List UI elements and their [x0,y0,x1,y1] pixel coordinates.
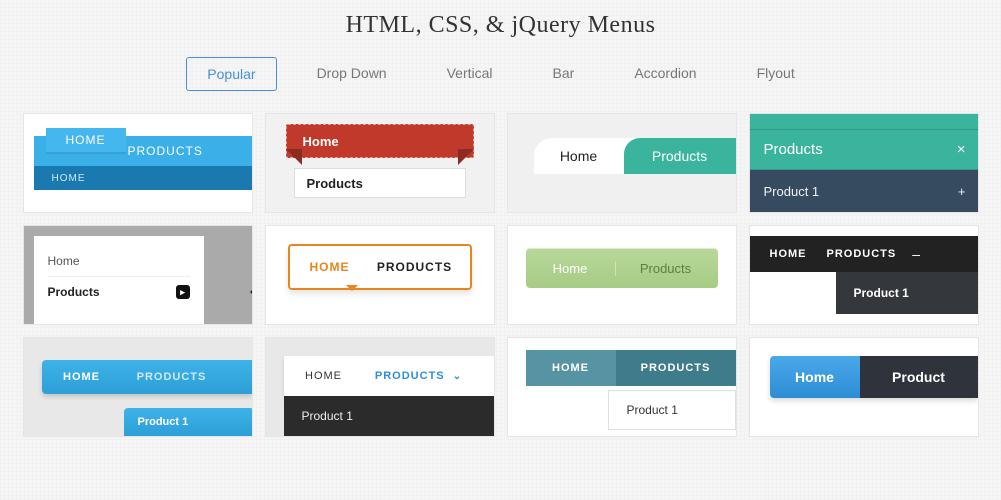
menu-home-label: HOME [290,260,370,274]
menu-item-label: Product 1 [608,390,736,430]
menu-shadow-label: HOME [34,166,252,190]
menu-card[interactable]: HOME PRODUCTS HOME [23,113,253,213]
menu-home-label: Home [286,124,474,158]
menu-home-label: Home [770,356,860,398]
menu-top-sliver [750,114,978,130]
menu-card[interactable]: HOME PRODUCTS – Product 1 [749,225,979,325]
chevron-down-icon: ⌄ [453,371,462,382]
menu-card[interactable]: Products × Product 1 + [749,113,979,213]
menu-card[interactable]: Home Products [507,113,737,213]
tab-vertical[interactable]: Vertical [427,57,513,91]
menu-card[interactable]: Home Products [507,225,737,325]
menu-grid: HOME PRODUCTS HOME Home Products Home Pr… [0,113,1001,437]
menu-item-label: Product 1 [836,272,978,314]
menu-card[interactable]: HOME PRODUCTS ⌄ Product 1 [265,337,495,437]
menu-item-label: Product 1 [284,396,494,436]
menu-home-label: Home [48,246,190,277]
close-icon: × [957,141,966,158]
menu-card[interactable]: HOME PRODUCTS [265,225,495,325]
menu-products-label: PRODUCTS [827,248,907,260]
menu-home-label: HOME [770,248,827,260]
menu-products-label: PRODUCTS [375,370,445,382]
menu-card[interactable]: HOME PRODUCTS Product 1 [23,337,253,437]
page-title: HTML, CSS, & jQuery Menus [0,0,1001,39]
caret-down-icon [346,285,358,297]
menu-home-label: Home [526,261,616,276]
menu-products-label: Products [624,138,736,174]
menu-home-label: Home [534,138,624,174]
tab-bar[interactable]: Bar [533,57,595,91]
plus-icon: + [958,184,966,199]
menu-products-label: PRODUCTS [616,350,736,386]
menu-item-label: Product 1 [124,408,253,436]
chevron-right-icon: ▸ [176,285,190,299]
menu-products-label: Products [294,168,466,198]
tab-popular[interactable]: Popular [186,57,276,91]
menu-products-label: Product [860,356,978,398]
menu-card[interactable]: Home Products ▸ [23,225,253,325]
menu-item-label: Product 1 [764,184,820,199]
menu-home-label: HOME [42,371,122,383]
menu-products-label: PRODUCTS [370,260,460,274]
menu-products-label: PRODUCTS [122,371,222,383]
menu-card[interactable]: Home Products [265,113,495,213]
tab-dropdown[interactable]: Drop Down [297,57,407,91]
menu-products-label: Products [616,261,716,276]
tab-accordion[interactable]: Accordion [614,57,716,91]
arrow-icon [240,282,253,302]
menu-card[interactable]: Home Product [749,337,979,437]
menu-home-label: HOME [46,128,126,152]
menu-products-label: Products [764,141,823,158]
menu-home-label: HOME [284,370,364,382]
menu-home-label: HOME [526,350,616,386]
menu-card[interactable]: HOME PRODUCTS Product 1 [507,337,737,437]
tab-flyout[interactable]: Flyout [737,57,815,91]
minus-icon: – [912,246,920,262]
menu-products-label: Products [48,285,100,299]
filter-tabs: Popular Drop Down Vertical Bar Accordion… [0,57,1001,91]
